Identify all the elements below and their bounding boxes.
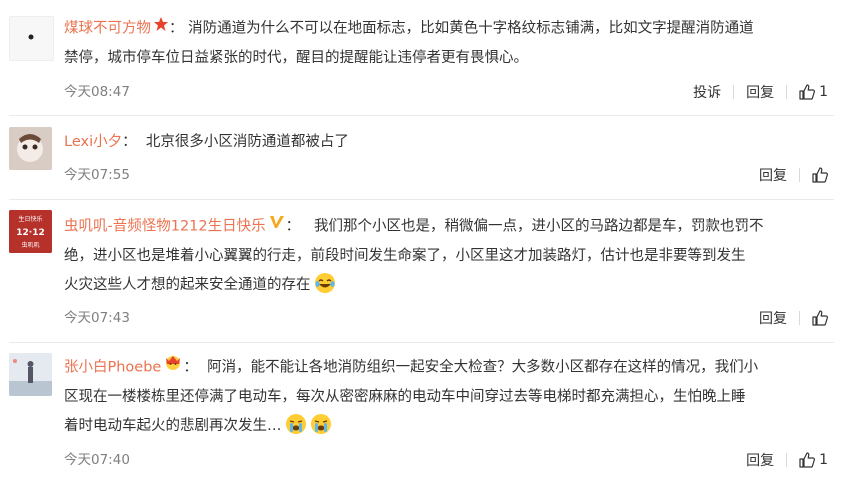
- avatar[interactable]: [9, 353, 52, 396]
- like-button[interactable]: [800, 167, 828, 183]
- like-button[interactable]: [800, 310, 828, 326]
- comment-text-line: 着时电动车起火的悲剧再次发生…: [64, 417, 282, 434]
- reply-button[interactable]: 回复: [747, 308, 799, 328]
- avatar-image: [9, 353, 52, 396]
- comment-body: 张小白Phoebe： 阿消，能不能让各地消防组织一起安全大检查？大多数小区都存在…: [64, 353, 834, 446]
- comment-time: 今天08:47: [64, 84, 130, 100]
- like-button[interactable]: 1: [787, 452, 828, 468]
- avatar-image: [28, 34, 34, 40]
- comment-username[interactable]: 虫叽叽-音频怪物1212生日快乐: [64, 219, 266, 235]
- comment-divider: [9, 342, 834, 343]
- avatar-text: 生日快乐: [18, 215, 42, 223]
- like-count: 1: [819, 452, 828, 468]
- report-button[interactable]: 投诉: [681, 82, 733, 102]
- avatar[interactable]: 生日快乐 12·12 虫叽叽: [9, 210, 52, 253]
- star-badge-icon: [153, 14, 169, 43]
- avatar-text: 12·12: [16, 228, 44, 238]
- avatar[interactable]: [9, 16, 54, 61]
- reply-button[interactable]: 回复: [734, 82, 786, 102]
- avatar-image: [9, 127, 52, 170]
- avatar-text: 虫叽叽: [21, 241, 39, 249]
- reply-button[interactable]: 回复: [734, 450, 786, 470]
- comment-text-line: 区现在一楼楼栋里还停满了电动车，每次从密密麻麻的电动车中间穿过去等电梯时都充满担…: [64, 388, 746, 405]
- comment-text-line: 禁停，城市停车位日益紧张的时代，醒目的提醒能让违停者更有畏惧心。: [64, 49, 528, 66]
- thumbs-up-icon: [799, 84, 816, 100]
- verified-v-icon: [268, 212, 286, 241]
- comment-body: 虫叽叽-音频怪物1212生日快乐： 我们那个小区也是，稍微偏一点，进小区的马路边…: [64, 212, 834, 305]
- avatar[interactable]: [9, 127, 52, 170]
- comment-body: Lexi小夕： 北京很多小区消防通道都被占了: [64, 134, 349, 150]
- comment-time: 今天07:43: [64, 310, 130, 326]
- comment-actions: 回复 1: [734, 449, 828, 471]
- comment-text-line: 阿消，能不能让各地消防组织一起安全大检查？大多数小区都存在这样的情况，我们小: [207, 359, 759, 376]
- avatar-image: 生日快乐 12·12 虫叽叽: [9, 210, 52, 253]
- comment-username[interactable]: 煤球不可方物: [64, 21, 151, 37]
- comment-time: 今天07:40: [64, 452, 130, 468]
- thumbs-up-icon: [812, 310, 828, 326]
- comment-text-line: 我们那个小区也是，稍微偏一点，进小区的马路边都是车，罚款也罚不: [313, 218, 764, 235]
- comment-text-line: 绝，进小区也是堆着小心翼翼的行走，前段时间发生命案了，小区里这才加装路灯，估计也…: [64, 247, 746, 264]
- comment-text-line: 北京很多小区消防通道都被占了: [145, 134, 349, 150]
- like-count: 1: [819, 84, 828, 100]
- comment-body: 煤球不可方物： 消防通道为什么不可以在地面标志，比如黄色十字格纹标志铺满，比如文…: [64, 14, 834, 73]
- comment-actions: 回复: [747, 164, 828, 186]
- crown-badge-icon: [163, 353, 183, 382]
- comment-actions: 投诉 回复 1: [681, 81, 828, 103]
- crying-emoji-icon: [310, 413, 332, 446]
- thumbs-up-icon: [799, 452, 816, 468]
- comment-time: 今天07:55: [64, 167, 130, 183]
- comment-username[interactable]: Lexi小夕: [64, 134, 122, 150]
- reply-button[interactable]: 回复: [747, 165, 799, 185]
- crying-emoji-icon: [285, 413, 307, 446]
- comment-actions: 回复: [747, 307, 828, 329]
- comment-username[interactable]: 张小白Phoebe: [64, 360, 161, 376]
- comment-divider: [9, 199, 834, 200]
- comment-divider: [9, 115, 834, 116]
- laugh-cry-emoji-icon: [314, 272, 336, 305]
- comment-text-line: 消防通道为什么不可以在地面标志，比如黄色十字格纹标志铺满，比如文字提醒消防通道: [188, 20, 754, 37]
- like-button[interactable]: 1: [787, 84, 828, 100]
- thumbs-up-icon: [812, 167, 828, 183]
- comment-text-line: 火灾这些人才想的起来安全通道的存在: [64, 276, 311, 293]
